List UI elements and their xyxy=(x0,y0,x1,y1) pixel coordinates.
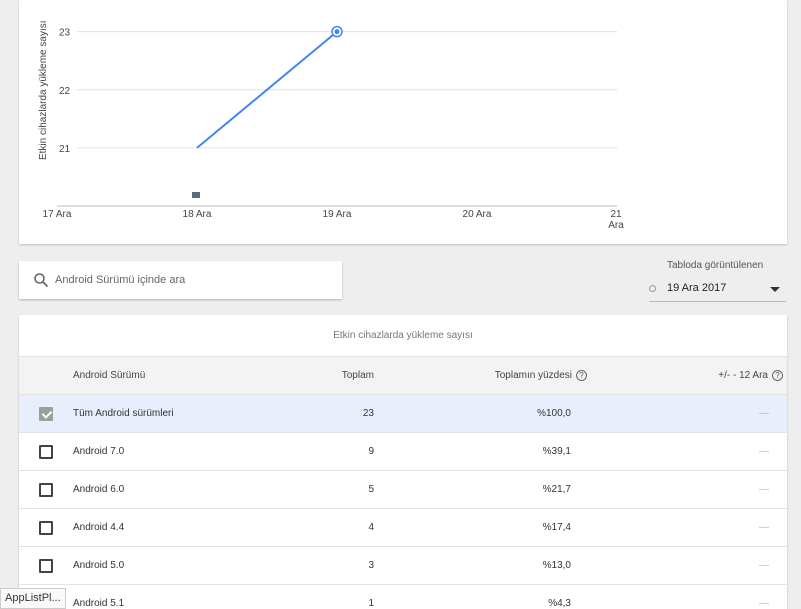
row-percent: %100,0 xyxy=(537,408,571,419)
installs-line-chart: Etkin cihazlarda yükleme sayısı 21 22 23 1… xyxy=(38,20,624,231)
row-total: 9 xyxy=(368,446,374,457)
row-delta: — xyxy=(759,560,769,571)
x-tick-label: 19 Ara xyxy=(323,209,352,220)
header-total[interactable]: Toplam xyxy=(342,357,374,395)
row-version: Android 7.0 xyxy=(73,446,125,457)
row-total: 4 xyxy=(368,522,374,533)
row-percent: %17,4 xyxy=(542,522,571,533)
table-row[interactable]: Android 5.0 3 %13,0 — xyxy=(19,547,787,585)
version-search-box[interactable] xyxy=(19,261,342,299)
date-selector-label: Tabloda görüntülenen xyxy=(667,260,764,271)
x-tick-label: 17 Ara xyxy=(43,209,72,220)
search-icon xyxy=(34,273,49,288)
installs-chart-card: Etkin cihazlarda yükleme sayısı 21 22 23 1… xyxy=(19,0,787,244)
header-version[interactable]: Android Sürümü xyxy=(73,357,145,395)
row-delta: — xyxy=(759,598,769,609)
tooltip-fragment: AppListPl... xyxy=(0,588,66,609)
table-row[interactable]: Tüm Android sürümleri 23 %100,0 — xyxy=(19,395,787,433)
search-input[interactable] xyxy=(55,274,315,286)
data-point-center xyxy=(334,29,340,35)
date-selector-dropdown[interactable]: 19 Ara 2017 xyxy=(649,278,786,302)
row-delta: — xyxy=(759,522,769,533)
x-tick-label: 21 Ara xyxy=(608,209,624,231)
row-checkbox[interactable] xyxy=(39,407,53,421)
row-version: Android 4.4 xyxy=(73,522,125,533)
versions-table: Etkin cihazlarda yükleme sayısı Android … xyxy=(19,315,787,609)
y-tick-label: 23 xyxy=(59,28,71,39)
row-version: Tüm Android sürümleri xyxy=(73,408,174,419)
table-title: Etkin cihazlarda yükleme sayısı xyxy=(19,315,787,357)
row-checkbox[interactable] xyxy=(39,483,53,497)
row-checkbox[interactable] xyxy=(39,445,53,459)
y-axis-label: Etkin cihazlarda yükleme sayısı xyxy=(38,20,49,160)
row-total: 3 xyxy=(368,560,374,571)
row-version: Android 5.0 xyxy=(73,560,125,571)
table-header-row: Android Sürümü Toplam Toplamın yüzdesi? … xyxy=(19,357,787,395)
header-percent-label: Toplamın yüzdesi xyxy=(494,370,572,381)
row-version: Android 5.1 xyxy=(73,598,125,609)
dropdown-caret-icon xyxy=(770,287,780,292)
row-checkbox[interactable] xyxy=(39,521,53,535)
table-row[interactable]: Android 7.0 9 %39,1 — xyxy=(19,433,787,471)
row-delta: — xyxy=(759,484,769,495)
y-tick-label: 22 xyxy=(59,86,71,97)
row-delta: — xyxy=(759,408,769,419)
row-total: 5 xyxy=(368,484,374,495)
row-percent: %39,1 xyxy=(542,446,571,457)
table-row[interactable]: Android 6.0 5 %21,7 — xyxy=(19,471,787,509)
table-row[interactable]: Android 4.4 4 %17,4 — xyxy=(19,509,787,547)
row-checkbox[interactable] xyxy=(39,559,53,573)
help-icon[interactable]: ? xyxy=(576,369,587,381)
y-tick-label: 21 xyxy=(59,144,71,155)
x-tick-label: 20 Ara xyxy=(463,209,492,220)
row-percent: %4,3 xyxy=(548,598,571,609)
selected-date: 19 Ara 2017 xyxy=(667,282,727,294)
row-percent: %21,7 xyxy=(542,484,571,495)
row-percent: %13,0 xyxy=(542,560,571,571)
header-delta-label: +/- - 12 Ara xyxy=(718,370,768,381)
annotation-flag-icon[interactable] xyxy=(192,192,200,198)
help-icon[interactable]: ? xyxy=(772,369,783,381)
table-row[interactable]: Android 5.1 1 %4,3 — xyxy=(19,585,787,609)
header-percent[interactable]: Toplamın yüzdesi? xyxy=(495,357,587,395)
header-delta[interactable]: +/- - 12 Ara? xyxy=(718,357,783,395)
row-total: 23 xyxy=(362,408,374,419)
x-tick-label: 18 Ara xyxy=(183,209,212,220)
calendar-dot-icon xyxy=(649,285,656,292)
row-version: Android 6.0 xyxy=(73,484,125,495)
row-delta: — xyxy=(759,446,769,457)
row-total: 1 xyxy=(368,598,374,609)
